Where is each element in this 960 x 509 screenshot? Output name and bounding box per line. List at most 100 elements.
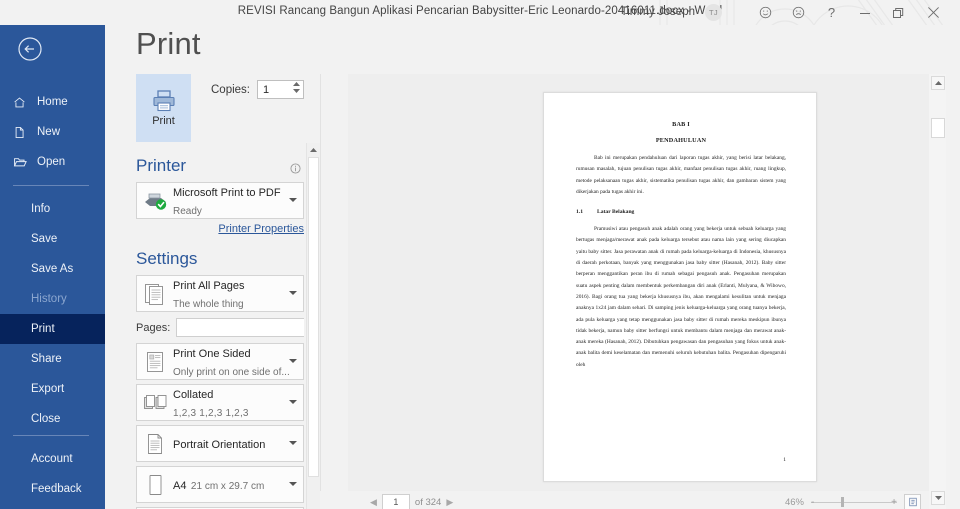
zoom-to-page-icon[interactable] [904, 494, 921, 509]
printer-select[interactable]: Microsoft Print to PDF Ready [136, 182, 304, 219]
copies-control: Copies: 1 [211, 74, 304, 99]
setting-orientation[interactable]: Portrait Orientation [136, 425, 304, 462]
preview-scroll-up-button[interactable] [931, 76, 945, 90]
zoom-percent-label[interactable]: 46% [785, 497, 804, 508]
sidebar-item-account[interactable]: Account [0, 444, 105, 474]
window-controls: ? [749, 0, 952, 25]
sidebar-item-label: History [31, 293, 67, 305]
copies-label: Copies: [211, 83, 250, 96]
rail-divider-2 [13, 435, 89, 436]
chevron-down-icon[interactable] [289, 482, 297, 486]
sidebar-item-share[interactable]: Share [0, 344, 105, 374]
section-number: 1.1 [576, 209, 583, 216]
pages-field-row: Pages: [136, 318, 304, 337]
sidebar-item-options[interactable]: Options [0, 504, 105, 509]
zoom-slider-handle[interactable] [841, 497, 844, 507]
collated-icon [137, 392, 173, 414]
preview-scrollbar[interactable] [929, 74, 946, 509]
sidebar-item-open[interactable]: Open [0, 147, 105, 177]
sidebar-item-print[interactable]: Print [0, 314, 105, 344]
printer-name: Microsoft Print to PDF [173, 186, 281, 199]
settings-scrollbar[interactable] [306, 143, 320, 509]
copies-spinner-arrows[interactable] [293, 82, 300, 93]
pages-icon [137, 282, 173, 306]
pages-input[interactable] [176, 318, 304, 337]
document-intro-paragraph: Bab ini merupakan pendahuluan dari lapor… [576, 155, 786, 195]
sidebar-item-label: Open [37, 156, 66, 168]
preview-scroll-down-button[interactable] [931, 491, 945, 505]
printer-section-header: Printer [136, 156, 304, 176]
back-arrow-icon[interactable] [16, 35, 44, 63]
chevron-down-icon[interactable] [289, 441, 297, 445]
print-preview-pane: BAB I PENDAHULUAN Bab ini merupakan pend… [320, 74, 936, 491]
sidebar-item-info[interactable]: Info [0, 194, 105, 224]
printer-info-icon[interactable] [290, 163, 301, 174]
avatar[interactable]: TJ [705, 4, 722, 21]
printer-properties-link[interactable]: Printer Properties [136, 223, 304, 235]
frowny-face-icon[interactable] [782, 0, 815, 25]
sidebar-item-label: Save As [31, 263, 74, 275]
chevron-down-icon[interactable] [289, 291, 297, 295]
sidebar-item-label: New [37, 126, 61, 138]
zoom-controls: 46% - + [785, 494, 921, 509]
home-icon [13, 96, 31, 109]
setting-collation[interactable]: Collated 1,2,3 1,2,3 1,2,3 [136, 384, 304, 421]
sidebar-item-save[interactable]: Save [0, 224, 105, 254]
prev-page-arrow-icon[interactable]: ◀ [370, 497, 377, 508]
help-icon[interactable]: ? [815, 0, 848, 25]
title-bar: REVISI Rancang Bangun Aplikasi Pencarian… [0, 0, 960, 25]
printer-status: Ready [173, 205, 202, 217]
sidebar-item-feedback[interactable]: Feedback [0, 474, 105, 504]
print-action-row: Print Copies: 1 [136, 74, 304, 142]
copies-stepper[interactable]: 1 [257, 80, 304, 99]
document-content: BAB I PENDAHULUAN Bab ini merupakan pend… [576, 121, 786, 371]
printer-icon [152, 90, 175, 112]
rail-primary-items: Home New Open Info Save Save As History … [0, 87, 105, 434]
section-title: Latar Belakang [597, 209, 635, 216]
smiley-face-icon[interactable] [749, 0, 782, 25]
close-icon[interactable] [914, 0, 952, 25]
sidebar-item-history[interactable]: History [0, 284, 105, 314]
page-navigation: ◀ 1 of 324 ▶ [370, 494, 453, 509]
user-name[interactable]: Timmy Joseph [621, 6, 695, 18]
zoom-slider[interactable]: - + [811, 495, 897, 509]
backstage-navigation-rail: Home New Open Info Save Save As History … [0, 25, 105, 509]
current-page-input[interactable]: 1 [381, 494, 410, 509]
page-title: Print [136, 26, 201, 61]
sidebar-item-label: Print [31, 323, 55, 335]
printer-heading: Printer [136, 156, 187, 175]
zoom-in-button[interactable]: + [891, 497, 897, 508]
next-page-arrow-icon[interactable]: ▶ [446, 497, 453, 508]
minimize-icon[interactable] [848, 0, 881, 25]
settings-scroll-up-button[interactable] [307, 143, 320, 156]
settings-heading: Settings [136, 249, 198, 268]
open-folder-icon [13, 155, 31, 169]
chevron-down-icon[interactable] [289, 359, 297, 363]
setting-paper-size[interactable]: A4 21 cm x 29.7 cm [136, 466, 304, 503]
sidebar-item-home[interactable]: Home [0, 87, 105, 117]
chevron-down-icon[interactable] [289, 198, 297, 202]
sidebar-item-label: Feedback [31, 483, 82, 495]
chevron-down-icon[interactable] [289, 400, 297, 404]
setting-sided[interactable]: Print One Sided Only print on one side o… [136, 343, 304, 380]
word-print-backstage: REVISI Rancang Bangun Aplikasi Pencarian… [0, 0, 960, 509]
settings-scroll-thumb[interactable] [308, 157, 319, 477]
document-page[interactable]: BAB I PENDAHULUAN Bab ini merupakan pend… [543, 92, 817, 482]
zoom-out-button[interactable]: - [811, 497, 814, 508]
restore-icon[interactable] [881, 0, 914, 25]
setting-print-range[interactable]: Print All Pages The whole thing [136, 275, 304, 312]
sidebar-item-save-as[interactable]: Save As [0, 254, 105, 284]
setting-sub-label: 21 cm x 29.7 cm [190, 480, 265, 492]
print-button[interactable]: Print [136, 74, 191, 142]
sidebar-item-label: Info [31, 203, 51, 215]
preview-canvas: BAB I PENDAHULUAN Bab ini merupakan pend… [348, 74, 936, 491]
preview-scroll-thumb[interactable] [931, 118, 945, 138]
setting-sub-label: The whole thing [173, 298, 244, 310]
spinner-up-icon[interactable] [293, 82, 300, 86]
sidebar-item-new[interactable]: New [0, 117, 105, 147]
spinner-down-icon[interactable] [293, 89, 300, 93]
pages-label: Pages: [136, 321, 171, 334]
portrait-icon [137, 432, 173, 456]
setting-main-label: A4 [173, 479, 187, 492]
sidebar-item-export[interactable]: Export [0, 374, 105, 404]
